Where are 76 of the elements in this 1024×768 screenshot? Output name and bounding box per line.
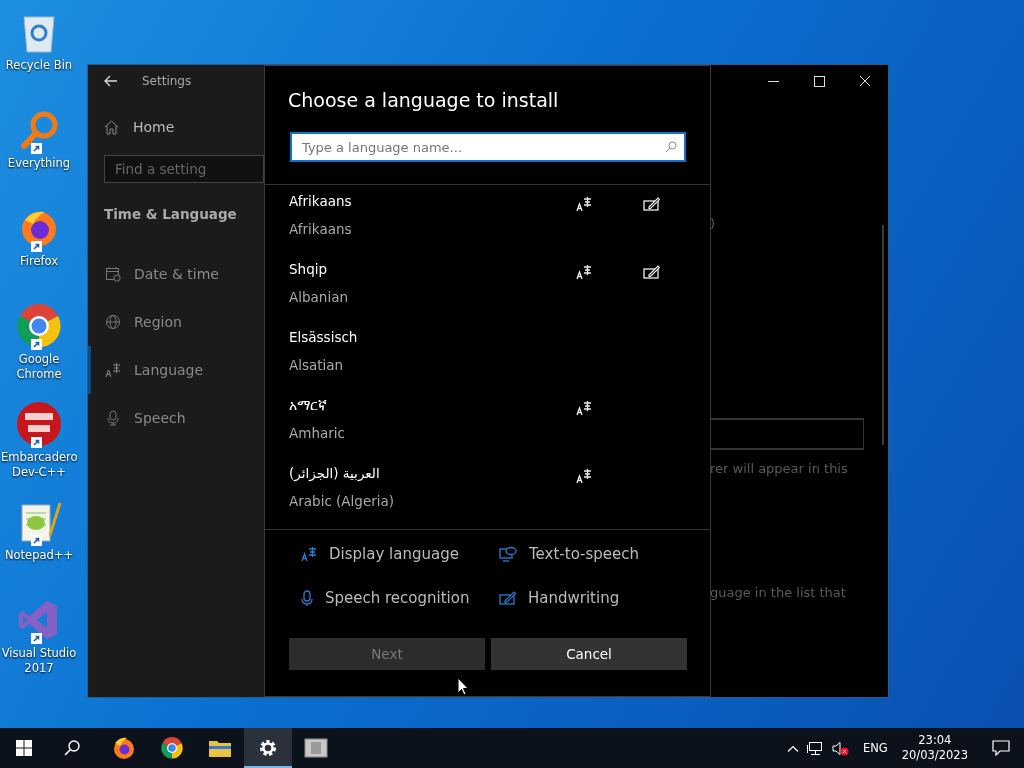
background-text: ) (710, 216, 716, 231)
muted-speaker-icon[interactable] (831, 740, 849, 756)
search-icon (64, 740, 80, 756)
clock[interactable]: 23:04 20/03/2023 (901, 733, 968, 763)
nav-item[interactable]: Language (88, 346, 264, 394)
section-heading: Time & Language (104, 206, 238, 222)
display-language-icon (301, 546, 317, 562)
nav-item[interactable]: Date & time (88, 250, 264, 298)
dialog-button[interactable]: Cancel (491, 638, 687, 670)
desktop-icon-label[interactable]: Embarcadero Dev-C++ (1, 450, 77, 480)
language-native-name[interactable]: العربية (الجزائر) (289, 464, 380, 482)
calendar-icon (105, 266, 121, 282)
window-title: Settings (142, 74, 192, 88)
clock-time: 23:04 (918, 733, 952, 748)
desktop-icon-label[interactable]: Everything (1, 156, 77, 171)
minimize-icon (767, 80, 779, 82)
display-language-icon (575, 468, 592, 484)
close-icon (859, 75, 871, 87)
dropdown-field[interactable] (711, 418, 864, 450)
legend-label: Speech recognition (325, 589, 470, 607)
language-english-name: Albanian (289, 288, 349, 306)
search-icon (665, 141, 677, 153)
desktop-icon-label[interactable]: Notepad++ (1, 548, 77, 563)
language-icon (105, 362, 121, 378)
app-window-icon (304, 738, 328, 758)
legend-label: Text-to-speech (529, 545, 640, 563)
clock-date: 20/03/2023 (901, 748, 968, 763)
scrollbar[interactable] (882, 225, 884, 445)
language-native-name[interactable]: Elsässisch (289, 328, 358, 346)
settings-icon (258, 738, 278, 758)
back-arrow-icon[interactable] (104, 75, 118, 87)
home-link[interactable]: Home (133, 119, 175, 135)
background-text: guage in the list that (710, 585, 846, 600)
display-language-icon (575, 264, 592, 280)
notification-icon[interactable] (992, 740, 1010, 756)
handwriting-icon (499, 591, 516, 605)
maximize-icon (813, 75, 825, 87)
windows-logo-icon (16, 740, 32, 756)
language-native-name[interactable]: አማርኛ (289, 396, 327, 414)
taskbar-app[interactable] (244, 728, 292, 768)
round-logo-icon (16, 401, 62, 447)
ring-globe-icon (160, 736, 184, 760)
ring-globe-icon (15, 302, 63, 350)
handwriting-icon (642, 197, 660, 211)
text-to-speech-icon (499, 546, 517, 562)
microphone-icon (105, 410, 121, 426)
search-field[interactable]: Find a setting (104, 155, 264, 183)
nav-item[interactable]: Region (88, 298, 264, 346)
nav-item[interactable]: Speech (88, 394, 264, 442)
caret-icon[interactable] (786, 744, 799, 752)
legend-label: Handwriting (528, 589, 620, 607)
language-english-name: Arabic (Algeria) (289, 492, 396, 510)
desktop-icon-label[interactable]: Recycle Bin (1, 58, 77, 73)
legend-label: Display language (329, 545, 459, 563)
desktop-icon-label[interactable]: Google Chrome (1, 352, 77, 382)
display-language-icon (575, 400, 592, 416)
home-icon (104, 119, 119, 135)
search-field[interactable]: Type a language name... (290, 132, 686, 162)
folder-icon (208, 738, 232, 758)
display-language-icon (575, 196, 592, 212)
language-indicator[interactable]: ENG (862, 741, 888, 755)
dialog-title: Choose a language to install (288, 88, 560, 112)
globe-icon (105, 314, 121, 330)
network-icon[interactable] (806, 740, 824, 756)
flame-globe-icon (112, 736, 136, 760)
microphone-icon (301, 589, 313, 607)
language-native-name[interactable]: Shqip (289, 260, 327, 278)
language-native-name[interactable]: Afrikaans (289, 192, 352, 210)
language-english-name: Alsatian (289, 356, 345, 374)
background-text: rer will appear in this (710, 461, 848, 476)
language-english-name: Amharic (289, 424, 346, 442)
desktop-icon-label[interactable]: Visual Studio 2017 (1, 646, 77, 676)
language-english-name: Afrikaans (289, 220, 353, 238)
handwriting-icon (642, 265, 660, 279)
desktop-icon-label[interactable]: Firefox (1, 254, 77, 269)
magnifier-icon (19, 110, 59, 150)
